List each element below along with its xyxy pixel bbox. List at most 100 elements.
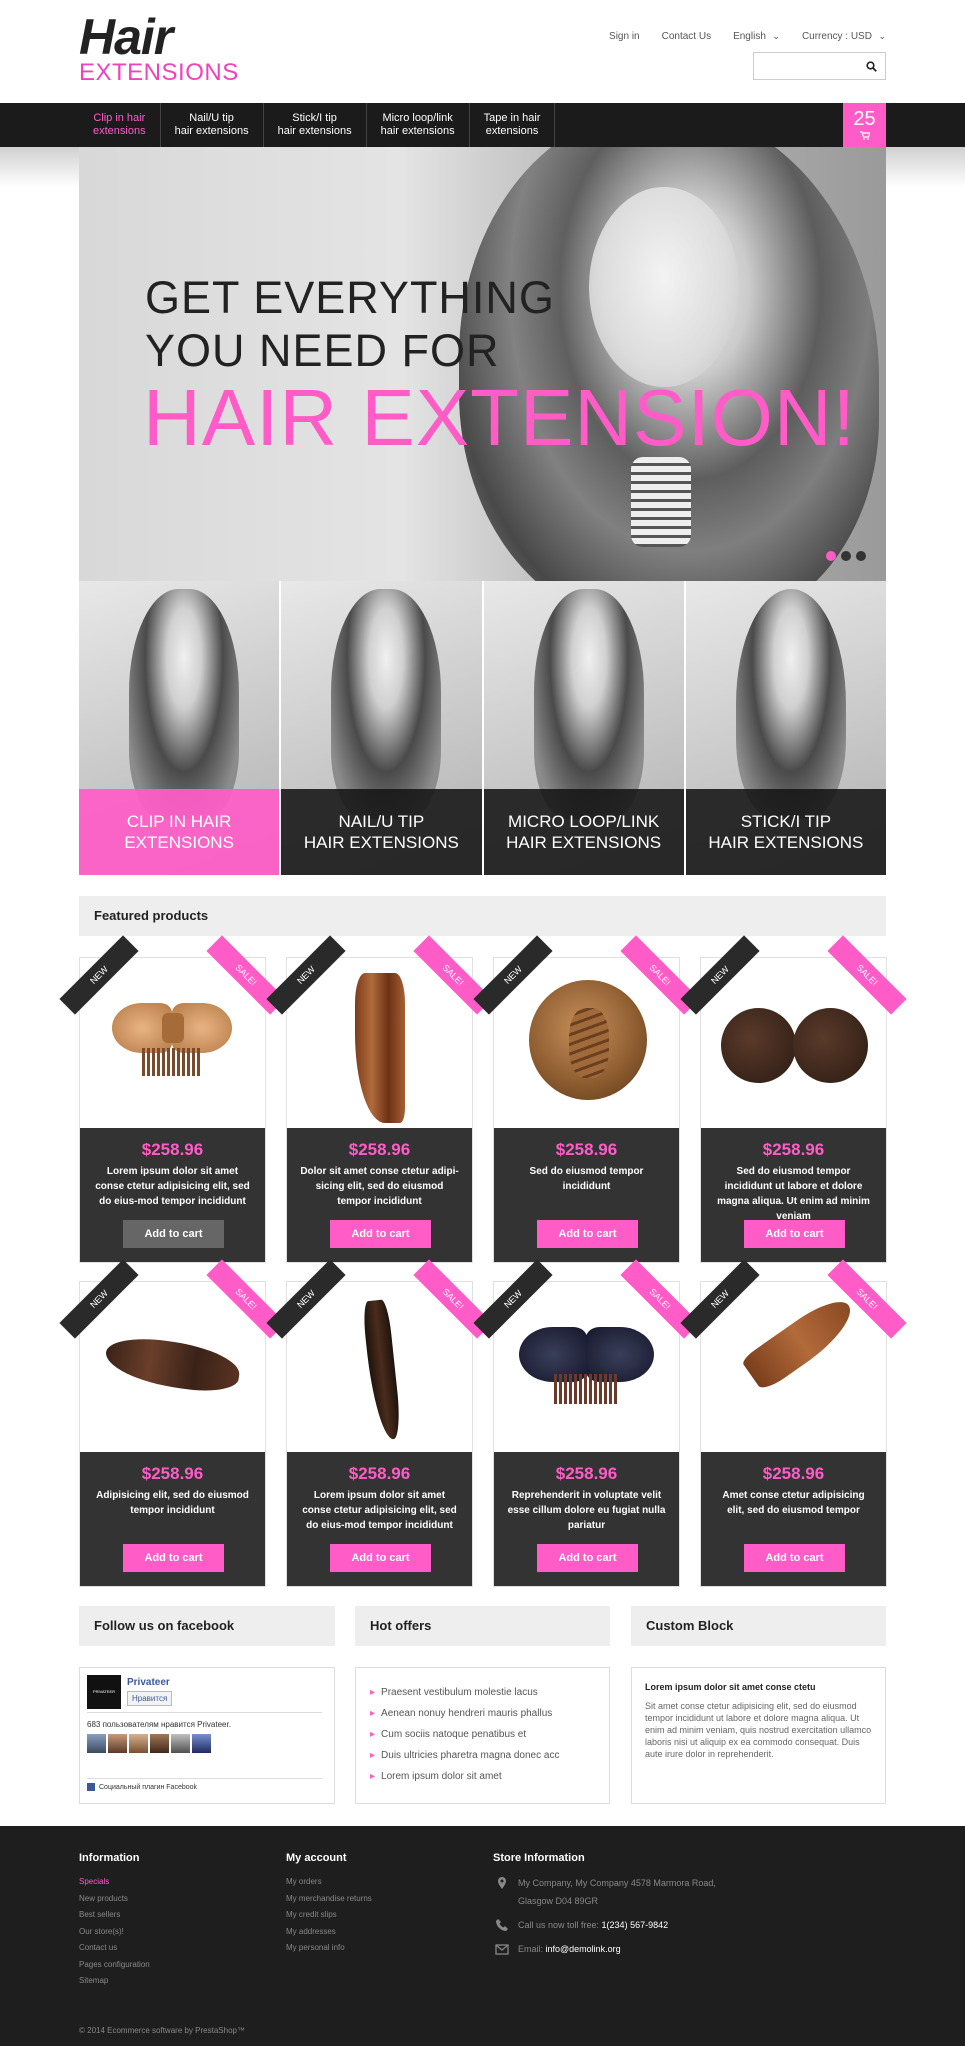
add-to-cart-button[interactable]: Add to cart — [744, 1220, 845, 1248]
slider-dot-1[interactable] — [826, 551, 836, 561]
offer-link[interactable]: Duis ultricies pharetra magna donec acc — [370, 1745, 609, 1766]
category-photo — [533, 589, 644, 819]
avatar[interactable] — [87, 1734, 106, 1753]
cart-button[interactable]: 25 — [843, 103, 886, 147]
footer-information: Information Specials New products Best s… — [79, 1852, 150, 1990]
product-card[interactable]: NEW SALE! $258.96 Sed do eiusmod tempor … — [680, 935, 907, 1263]
product-description[interactable]: Adipisicing elit, sed do eiusmod tempor … — [80, 1484, 265, 1536]
product-image[interactable] — [80, 958, 265, 1128]
footer-link-addresses[interactable]: My addresses — [286, 1924, 372, 1941]
site-logo[interactable]: Hair EXTENSIONS — [79, 12, 239, 86]
search-button[interactable] — [857, 53, 885, 79]
nav-clip-in[interactable]: Clip in hair extensions — [79, 103, 161, 147]
category-stick-i-tip[interactable]: STICK/I TIP HAIR EXTENSIONS — [685, 581, 886, 875]
product-description[interactable]: Lorem ipsum dolor sit amet conse ctetur … — [287, 1484, 472, 1536]
store-address-text: My Company, My Company 4578 Marmora Road… — [518, 1878, 716, 1906]
product-image[interactable] — [80, 1282, 265, 1452]
product-description[interactable]: Lorem ipsum dolor sit amet conse ctetur … — [80, 1160, 265, 1212]
product-image[interactable] — [287, 958, 472, 1128]
category-label: STICK/I TIP HAIR EXTENSIONS — [685, 789, 886, 875]
product-info: $258.96 Lorem ipsum dolor sit amet conse… — [287, 1452, 472, 1586]
avatar[interactable] — [108, 1734, 127, 1753]
product-card[interactable]: NEW SALE! $258.96 Sed do eiusmod tempor … — [473, 935, 700, 1263]
facebook-heading: Follow us on facebook — [79, 1606, 335, 1646]
contact-link[interactable]: Contact Us — [662, 31, 711, 42]
product-image[interactable] — [287, 1282, 472, 1452]
model-face-image — [589, 187, 739, 387]
nav-stick-i-tip[interactable]: Stick/I tip hair extensions — [264, 103, 367, 147]
avatar[interactable] — [129, 1734, 148, 1753]
nav-nail-u-tip[interactable]: Nail/U tip hair extensions — [161, 103, 264, 147]
footer-link-sitemap[interactable]: Sitemap — [79, 1973, 150, 1990]
product-info: $258.96 Adipisicing elit, sed do eiusmod… — [80, 1452, 265, 1586]
avatar[interactable] — [192, 1734, 211, 1753]
footer-link-returns[interactable]: My merchandise returns — [286, 1891, 372, 1908]
category-micro-loop[interactable]: MICRO LOOP/LINK HAIR EXTENSIONS — [483, 581, 684, 875]
product-price: $258.96 — [348, 1464, 411, 1483]
product-card[interactable]: NEW SALE! $258.96 Reprehenderit in volup… — [473, 1259, 700, 1587]
product-description[interactable]: Amet conse ctetur adipisicing elit, sed … — [701, 1484, 886, 1536]
facebook-page-name[interactable]: Privateer — [127, 1677, 170, 1688]
add-to-cart-button[interactable]: Add to cart — [537, 1544, 638, 1572]
category-photo — [735, 589, 846, 819]
add-to-cart-button[interactable]: Add to cart — [123, 1544, 224, 1572]
nav-tape-in[interactable]: Tape in hair extensions — [470, 103, 556, 147]
avatar[interactable] — [150, 1734, 169, 1753]
add-to-cart-button[interactable]: Add to cart — [330, 1220, 431, 1248]
product-image[interactable] — [701, 1282, 886, 1452]
product-price: $258.96 — [141, 1464, 204, 1483]
product-image[interactable] — [494, 958, 679, 1128]
main-menu: Clip in hair extensions Nail/U tip hair … — [79, 103, 556, 147]
signin-link[interactable]: Sign in — [609, 31, 640, 42]
product-card[interactable]: NEW SALE! $258.96 Amet conse ctetur adip… — [680, 1259, 907, 1587]
category-photo — [129, 589, 240, 819]
add-to-cart-button[interactable]: Add to cart — [537, 1220, 638, 1248]
add-to-cart-button[interactable]: Add to cart — [123, 1220, 224, 1248]
avatar[interactable] — [171, 1734, 190, 1753]
featured-heading: Featured products — [79, 896, 886, 936]
footer-link-credit-slips[interactable]: My credit slips — [286, 1907, 372, 1924]
offer-link[interactable]: Praesent vestibulum molestie lacus — [370, 1682, 609, 1703]
product-description[interactable]: Dolor sit amet conse ctetur adipi-sicing… — [287, 1160, 472, 1212]
nav-micro-loop[interactable]: Micro loop/link hair extensions — [367, 103, 470, 147]
product-image[interactable] — [494, 1282, 679, 1452]
hot-offers-heading: Hot offers — [355, 1606, 610, 1646]
category-clip-in[interactable]: CLIP IN HAIR EXTENSIONS — [79, 581, 280, 875]
product-card[interactable]: NEW SALE! $258.96 Dolor sit amet conse c… — [266, 935, 493, 1263]
slider-dot-2[interactable] — [841, 551, 851, 561]
footer-link-orders[interactable]: My orders — [286, 1874, 372, 1891]
phone-label: Call us now toll free: — [518, 1920, 602, 1930]
footer-link-new-products[interactable]: New products — [79, 1891, 150, 1908]
language-select[interactable]: English — [733, 31, 780, 42]
footer-link-stores[interactable]: Our store(s)! — [79, 1924, 150, 1941]
category-nail-u-tip[interactable]: NAIL/U TIP HAIR EXTENSIONS — [281, 581, 482, 875]
product-card[interactable]: NEW SALE! $258.96 Adipisicing elit, sed … — [59, 1259, 286, 1587]
privateer-logo[interactable]: PRIVATEER — [87, 1675, 121, 1709]
search-input[interactable] — [754, 53, 854, 79]
offer-link[interactable]: Aenean nonuy hendreri mauris phallus — [370, 1703, 609, 1724]
product-card[interactable]: NEW SALE! $258.96 Lorem ipsum dolor sit … — [59, 935, 286, 1263]
product-image[interactable] — [701, 958, 886, 1128]
product-description[interactable]: Sed do eiusmod tempor incididunt — [494, 1160, 679, 1212]
footer-link-pages[interactable]: Pages configuration — [79, 1957, 150, 1974]
currency-select[interactable]: Currency : USD — [802, 31, 886, 42]
offer-link[interactable]: Lorem ipsum dolor sit amet — [370, 1766, 609, 1787]
footer-link-contact[interactable]: Contact us — [79, 1940, 150, 1957]
footer-link-best-sellers[interactable]: Best sellers — [79, 1907, 150, 1924]
product-description[interactable]: Reprehenderit in voluptate velit esse ci… — [494, 1484, 679, 1536]
site-footer: Information Specials New products Best s… — [0, 1826, 965, 2046]
hero-slider[interactable]: GET EVERYTHING YOU NEED FOR HAIR EXTENSI… — [79, 147, 886, 581]
email-link[interactable]: info@demolink.org — [546, 1944, 621, 1954]
footer-link-specials[interactable]: Specials — [79, 1874, 150, 1891]
add-to-cart-button[interactable]: Add to cart — [744, 1544, 845, 1572]
slider-dot-3[interactable] — [856, 551, 866, 561]
product-price: $258.96 — [348, 1140, 411, 1159]
add-to-cart-button[interactable]: Add to cart — [330, 1544, 431, 1572]
phone-number[interactable]: 1(234) 567-9842 — [602, 1920, 669, 1930]
product-description[interactable]: Sed do eiusmod tempor incididunt ut labo… — [701, 1160, 886, 1222]
facebook-like-button[interactable]: Нравится — [127, 1691, 173, 1706]
custom-block: Lorem ipsum dolor sit amet conse ctetu S… — [631, 1667, 886, 1804]
footer-link-personal-info[interactable]: My personal info — [286, 1940, 372, 1957]
product-card[interactable]: NEW SALE! $258.96 Lorem ipsum dolor sit … — [266, 1259, 493, 1587]
offer-link[interactable]: Cum sociis natoque penatibus et — [370, 1724, 609, 1745]
